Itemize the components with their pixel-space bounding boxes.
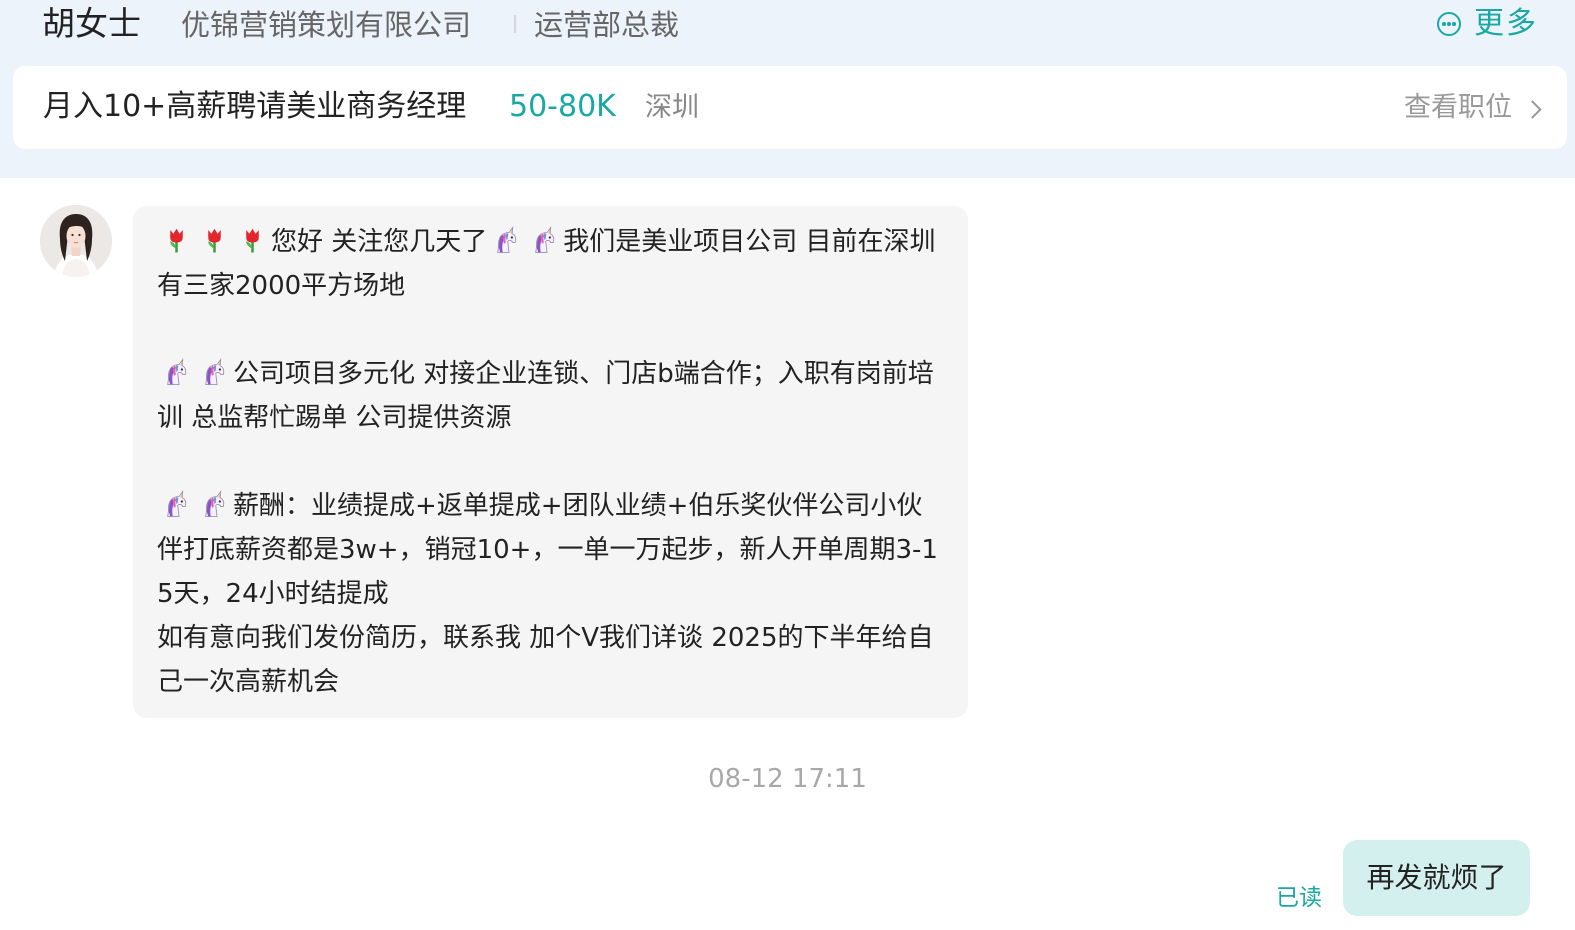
tulip-emoji — [236, 225, 269, 255]
read-status: 已读 — [1276, 885, 1322, 911]
unicorn-emoji — [160, 357, 193, 387]
avatar[interactable] — [40, 205, 112, 277]
message-timestamp: 08-12 17:11 — [708, 764, 867, 794]
header-divider — [514, 15, 516, 33]
contact-title: 运营部总裁 — [534, 8, 680, 42]
chevron-right-icon — [1523, 99, 1542, 119]
tulip-emoji — [198, 225, 231, 255]
unicorn-emoji — [490, 225, 523, 255]
more-button[interactable]: 更多 — [1437, 4, 1538, 44]
more-label: 更多 — [1474, 6, 1538, 41]
incoming-message-text: 您好 关注您几天了 我们是美业项目公司 目前在深圳有三家2000平方场地 公司项目… — [157, 220, 944, 704]
unicorn-emoji — [528, 225, 561, 255]
incoming-message-bubble[interactable]: 您好 关注您几天了 我们是美业项目公司 目前在深圳有三家2000平方场地 公司项目… — [133, 206, 968, 718]
chat-header: 胡女士 优锦营销策划有限公司 运营部总裁 更多 月入10+高薪聘请美业商务经理 … — [0, 0, 1575, 178]
company-name: 优锦营销策划有限公司 — [181, 8, 472, 42]
message-segment-3: 公司项目多元化 对接企业连锁、门店b端合作；入职有岗前培训 总监帮忙踢单 公司提… — [157, 359, 934, 433]
job-salary: 50-80K — [509, 89, 616, 124]
view-job-label: 查看职位 — [1404, 92, 1512, 123]
job-card[interactable]: 月入10+高薪聘请美业商务经理 50-80K 深圳 查看职位 — [13, 66, 1567, 149]
message-segment-4: 薪酬：业绩提成+返单提成+团队业绩+伯乐奖伙伴公司小伙伴打底薪资都是3w+，销冠… — [157, 491, 938, 697]
contact-name: 胡女士 — [42, 4, 141, 43]
job-city: 深圳 — [645, 92, 699, 123]
more-circle-icon — [1437, 12, 1461, 36]
message-segment-1: 您好 关注您几天了 — [271, 227, 488, 257]
outgoing-message-bubble[interactable]: 再发就烦了 — [1343, 840, 1530, 916]
unicorn-emoji — [198, 357, 231, 387]
view-job-link[interactable]: 查看职位 — [1404, 88, 1542, 128]
unicorn-emoji — [198, 489, 231, 519]
tulip-emoji — [160, 225, 193, 255]
job-title: 月入10+高薪聘请美业商务经理 — [43, 89, 467, 124]
unicorn-emoji — [160, 489, 193, 519]
